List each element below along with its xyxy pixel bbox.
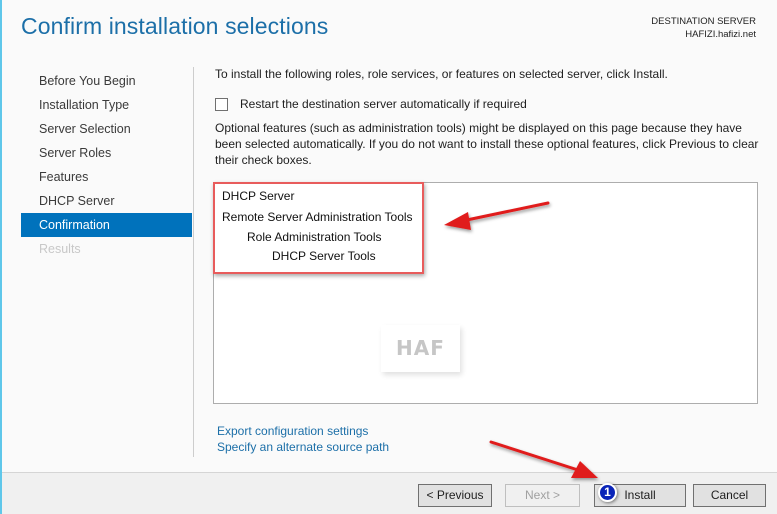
next-button: Next >	[505, 484, 580, 507]
page-title: Confirm installation selections	[21, 13, 329, 39]
restart-option[interactable]: Restart the destination server automatic…	[215, 96, 760, 112]
sidebar-item-before-you-begin[interactable]: Before You Begin	[21, 69, 192, 93]
alternate-source-path-link[interactable]: Specify an alternate source path	[217, 439, 389, 455]
sidebar-item-dhcp-server[interactable]: DHCP Server	[21, 189, 192, 213]
wizard-steps-nav: Before You Begin Installation Type Serve…	[21, 69, 192, 261]
selection-item-role-admin-tools: Role Administration Tools	[247, 230, 382, 244]
sidebar-item-installation-type[interactable]: Installation Type	[21, 93, 192, 117]
selections-list: DHCP Server Remote Server Administration…	[213, 182, 758, 404]
destination-server-name: HAFIZI.hafizi.net	[685, 29, 756, 40]
sidebar-item-features[interactable]: Features	[21, 165, 192, 189]
selection-item-rsat: Remote Server Administration Tools	[222, 210, 413, 224]
window-edge	[0, 0, 2, 514]
selection-item-dhcp-server-tools: DHCP Server Tools	[272, 249, 376, 263]
destination-server-label: DESTINATION SERVER	[651, 16, 756, 27]
optional-features-note: Optional features (such as administratio…	[215, 121, 759, 167]
sidebar-item-server-roles[interactable]: Server Roles	[21, 141, 192, 165]
confirmation-content: To install the following roles, role ser…	[215, 66, 760, 168]
restart-checkbox[interactable]	[215, 97, 228, 111]
selection-item-dhcp-server: DHCP Server	[222, 189, 295, 203]
sidebar-item-confirmation[interactable]: Confirmation	[21, 213, 192, 237]
previous-button[interactable]: < Previous	[418, 484, 492, 507]
intro-text: To install the following roles, role ser…	[215, 67, 668, 81]
sidebar-item-results: Results	[39, 242, 81, 256]
restart-checkbox-label[interactable]: Restart the destination server automatic…	[240, 97, 527, 111]
step-number-badge: 1	[598, 483, 617, 502]
links-section: Export configuration settings Specify an…	[217, 423, 389, 455]
sidebar-item-server-selection[interactable]: Server Selection	[21, 117, 192, 141]
sidebar-divider	[193, 67, 194, 457]
destination-server-info: DESTINATION SERVER HAFIZI.hafizi.net	[651, 15, 756, 41]
watermark-logo: HAF	[381, 325, 460, 372]
cancel-button[interactable]: Cancel	[693, 484, 766, 507]
export-configuration-link[interactable]: Export configuration settings	[217, 423, 389, 439]
